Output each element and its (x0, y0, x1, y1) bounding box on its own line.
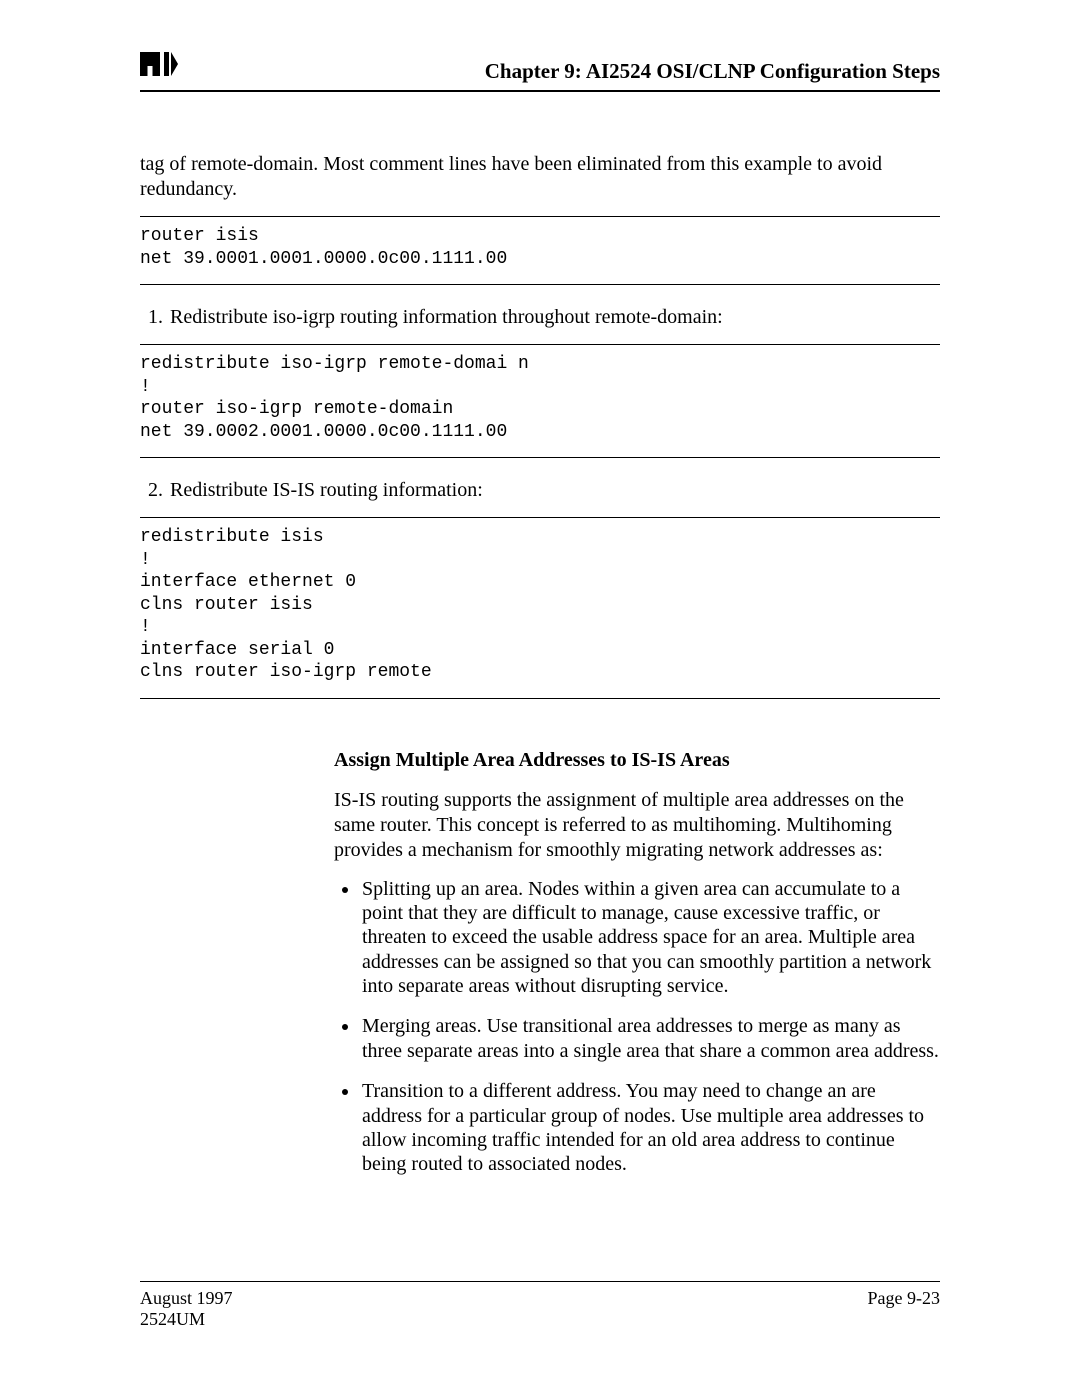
intro-paragraph: tag of remote-domain. Most comment lines… (140, 152, 940, 202)
list-item: Splitting up an area. Nodes within a giv… (360, 877, 940, 999)
list-item: Redistribute iso-igrp routing informatio… (168, 305, 940, 330)
code-block-3: redistribute isis ! interface ethernet 0… (140, 526, 940, 684)
code-divider-top-2 (140, 344, 940, 345)
code-divider-top-1 (140, 216, 940, 217)
code-divider-bottom-2 (140, 457, 940, 458)
footer-left: August 1997 2524UM (140, 1288, 233, 1331)
page-header: Chapter 9: AI2524 OSI/CLNP Configuration… (140, 50, 940, 84)
code-block-2: redistribute iso-igrp remote-domai n ! r… (140, 353, 940, 443)
code-divider-top-3 (140, 517, 940, 518)
list-item: Redistribute IS-IS routing information: (168, 478, 940, 503)
section-block: Assign Multiple Area Addresses to IS-IS … (334, 749, 940, 1177)
logo-icon (140, 50, 178, 84)
page-footer: August 1997 2524UM Page 9-23 (140, 1281, 940, 1331)
header-divider (140, 90, 940, 92)
list-item: Transition to a different address. You m… (360, 1079, 940, 1177)
code-divider-bottom-3 (140, 698, 940, 699)
numbered-list-1: Redistribute iso-igrp routing informatio… (140, 305, 940, 330)
section-heading: Assign Multiple Area Addresses to IS-IS … (334, 749, 940, 772)
footer-row: August 1997 2524UM Page 9-23 (140, 1288, 940, 1331)
code-divider-bottom-1 (140, 284, 940, 285)
bullet-list: Splitting up an area. Nodes within a giv… (334, 877, 940, 1177)
footer-doc-id: 2524UM (140, 1309, 205, 1329)
numbered-list-2: Redistribute IS-IS routing information: (140, 478, 940, 503)
list-item: Merging areas. Use transitional area add… (360, 1014, 940, 1063)
footer-page-label: Page 9-23 (868, 1288, 940, 1331)
page: Chapter 9: AI2524 OSI/CLNP Configuration… (0, 0, 1080, 1253)
code-block-1: router isis net 39.0001.0001.0000.0c00.1… (140, 225, 940, 270)
footer-divider (140, 1281, 940, 1282)
chapter-title: Chapter 9: AI2524 OSI/CLNP Configuration… (485, 59, 940, 84)
section-paragraph: IS-IS routing supports the assignment of… (334, 788, 940, 863)
footer-date: August 1997 (140, 1288, 233, 1308)
